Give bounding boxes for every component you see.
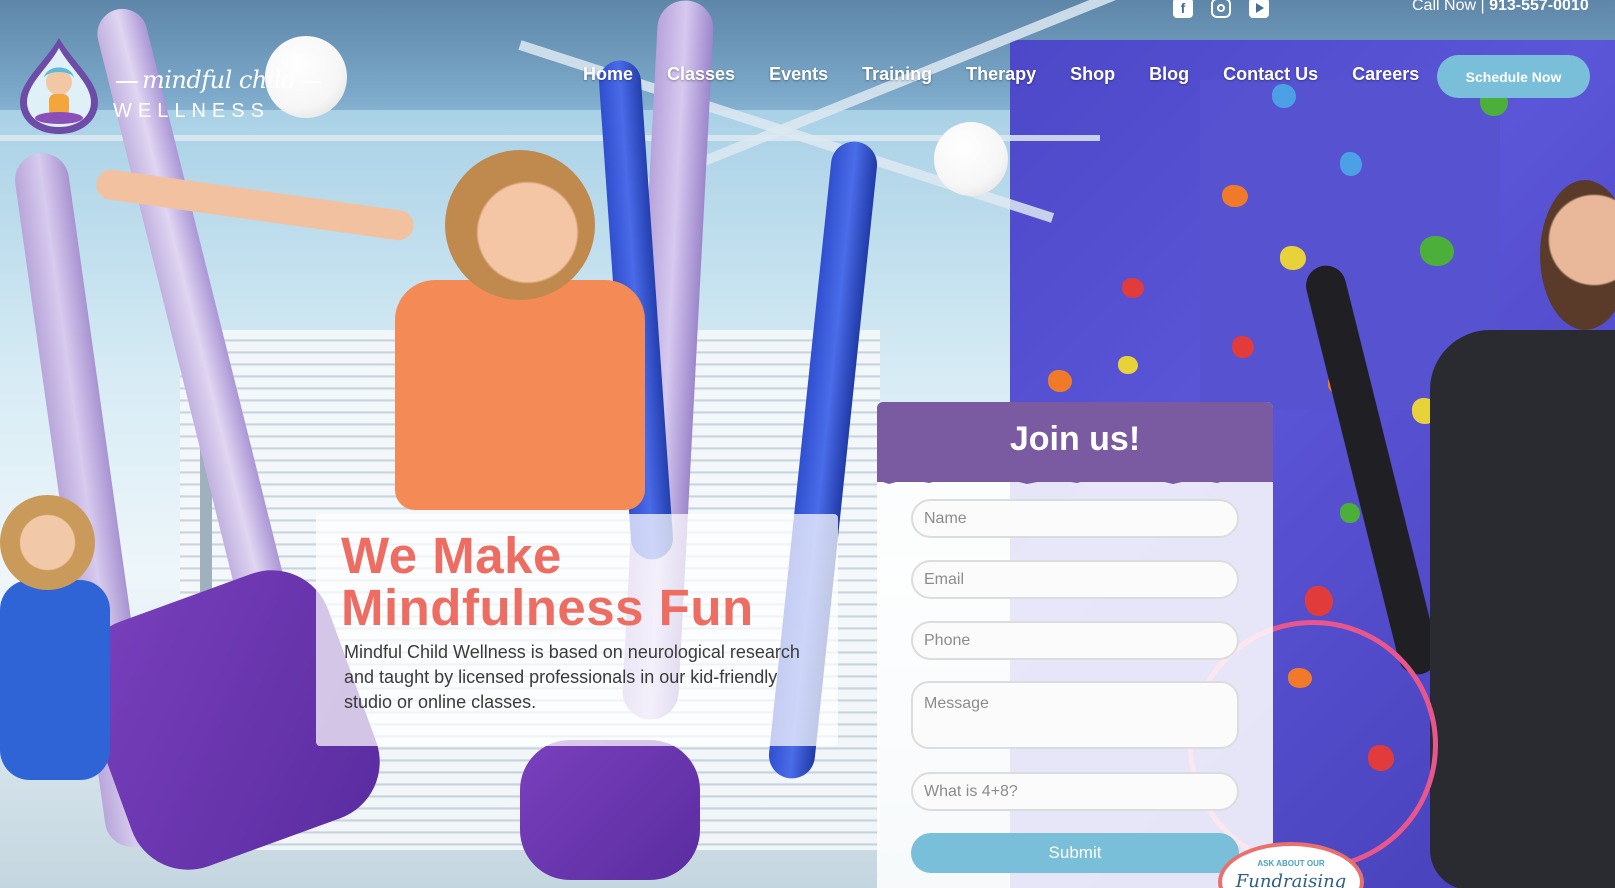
youtube-icon[interactable] <box>1249 0 1269 18</box>
nav-contact-us[interactable]: Contact Us <box>1206 64 1335 85</box>
email-field[interactable] <box>911 560 1239 599</box>
climbing-hold <box>1280 246 1306 270</box>
instagram-icon[interactable] <box>1211 0 1231 18</box>
climbing-hold <box>1420 236 1454 266</box>
schedule-now-button[interactable]: Schedule Now <box>1437 55 1590 98</box>
message-field[interactable] <box>911 681 1239 749</box>
torn-paper-edge <box>877 470 1273 484</box>
girl-leggings <box>520 740 700 880</box>
climbing-hold <box>1340 152 1362 176</box>
nav-shop[interactable]: Shop <box>1053 64 1132 85</box>
join-form-title: Join us! <box>1009 420 1141 458</box>
hero-title-line1: We Make <box>341 527 562 584</box>
climbing-hold <box>1340 503 1360 523</box>
name-field[interactable] <box>911 499 1239 538</box>
social-links: f <box>1173 0 1269 18</box>
nav-therapy[interactable]: Therapy <box>949 64 1053 85</box>
climbing-hold <box>1232 336 1254 358</box>
hero-description: Mindful Child Wellness is based on neuro… <box>344 642 800 712</box>
nav-home[interactable]: Home <box>566 64 650 85</box>
instructor <box>1430 330 1615 888</box>
badge-text: ASK ABOUT OUR <box>1257 859 1325 868</box>
climbing-hold <box>1048 370 1072 392</box>
hero-card: We Make Mindfulness Fun Mindful Child We… <box>316 514 838 746</box>
child-blue-shirt <box>0 580 110 780</box>
nav-blog[interactable]: Blog <box>1132 64 1206 85</box>
call-now-label: Call Now | <box>1412 0 1485 14</box>
girl-head <box>445 150 595 300</box>
logo-wordmark: WELLNESS <box>113 100 270 122</box>
climbing-hold <box>1118 356 1138 374</box>
submit-button[interactable]: Submit <box>911 833 1239 873</box>
join-form: Join us! Submit <box>877 402 1273 888</box>
phone-number[interactable]: 913-557-0010 <box>1489 0 1589 14</box>
nav-careers[interactable]: Careers <box>1335 64 1436 85</box>
logo-drop-icon <box>20 38 98 134</box>
nav-events[interactable]: Events <box>752 64 845 85</box>
nav-classes[interactable]: Classes <box>650 64 752 85</box>
girl-orange-shirt <box>395 280 645 510</box>
main-nav: Home Classes Events Training Therapy Sho… <box>566 64 1436 85</box>
phone-field[interactable] <box>911 621 1239 660</box>
pendant-lamp <box>934 122 1008 196</box>
hero-title: We Make Mindfulness Fun <box>341 530 754 634</box>
child-head <box>0 495 95 590</box>
logo-script-text: mindful child <box>112 66 326 94</box>
hero-title-line2: Mindfulness Fun <box>341 579 754 636</box>
climbing-hold <box>1222 185 1248 207</box>
call-now[interactable]: Call Now | 913-557-0010 <box>1412 0 1589 15</box>
badge-script: Fundraising <box>1235 871 1347 888</box>
facebook-icon[interactable]: f <box>1173 0 1193 18</box>
nav-training[interactable]: Training <box>845 64 949 85</box>
captcha-field[interactable] <box>911 772 1239 811</box>
climbing-hold <box>1305 586 1333 616</box>
climbing-hold <box>1272 84 1296 108</box>
logo[interactable]: mindful child WELLNESS <box>16 36 297 136</box>
climbing-hold <box>1122 278 1144 298</box>
